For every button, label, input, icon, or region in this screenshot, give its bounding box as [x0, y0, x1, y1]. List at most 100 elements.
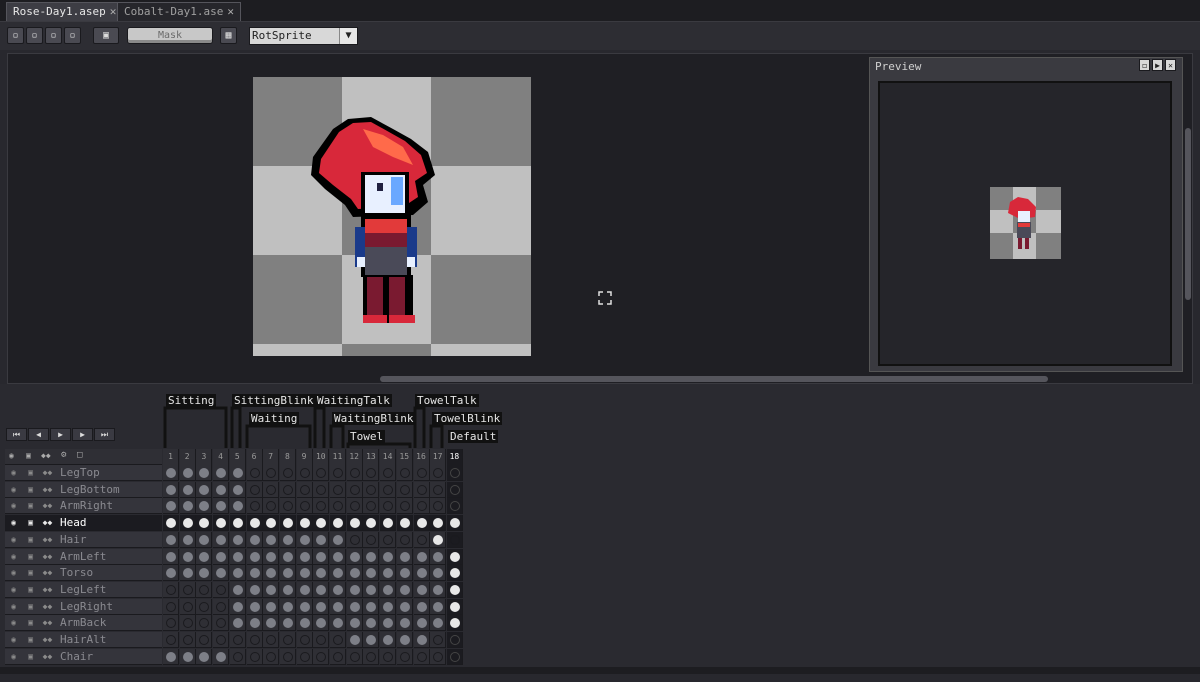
- cel[interactable]: [263, 648, 280, 665]
- cel[interactable]: [296, 548, 313, 565]
- cel[interactable]: [213, 531, 230, 548]
- continuous-icon[interactable]: ◆◆: [41, 451, 51, 460]
- cel[interactable]: [246, 615, 263, 632]
- cel[interactable]: [446, 581, 463, 598]
- cel[interactable]: [229, 481, 246, 498]
- cel[interactable]: [330, 498, 346, 515]
- cel[interactable]: [179, 581, 196, 598]
- frame-number[interactable]: 5: [229, 449, 246, 465]
- horizontal-scrollbar[interactable]: [380, 376, 1048, 382]
- layer-row[interactable]: ◉ ▣ ◆◆ LegRight: [5, 598, 162, 615]
- layer-row[interactable]: ◉ ▣ ◆◆ Head: [5, 515, 162, 532]
- cel[interactable]: [346, 632, 363, 648]
- layer-row[interactable]: ◉ ▣ ◆◆ ArmLeft: [5, 548, 162, 565]
- cel[interactable]: [430, 481, 447, 498]
- cel[interactable]: [196, 648, 213, 665]
- tag-towel-talk[interactable]: TowelTalk: [415, 394, 479, 407]
- cel[interactable]: [413, 515, 430, 532]
- cel[interactable]: [213, 548, 230, 565]
- cel[interactable]: [313, 481, 330, 498]
- cel[interactable]: [413, 565, 430, 582]
- cel[interactable]: [363, 615, 380, 632]
- cel[interactable]: [263, 548, 280, 565]
- cel[interactable]: [446, 515, 463, 532]
- cel[interactable]: [229, 565, 246, 582]
- cel[interactable]: [263, 515, 280, 532]
- cel[interactable]: [313, 615, 330, 632]
- eye-icon[interactable]: ◉: [7, 651, 20, 663]
- sprite-canvas[interactable]: [253, 77, 531, 356]
- cel[interactable]: [330, 548, 346, 565]
- cel[interactable]: [163, 548, 179, 565]
- cel[interactable]: [246, 465, 263, 481]
- eye-icon[interactable]: ◉: [7, 617, 20, 629]
- continuous-icon[interactable]: ◆◆: [41, 484, 54, 496]
- cel[interactable]: [163, 565, 179, 582]
- cel[interactable]: [396, 615, 413, 632]
- cel[interactable]: [296, 565, 313, 582]
- cel[interactable]: [179, 632, 196, 648]
- cel[interactable]: [263, 531, 280, 548]
- continuous-icon[interactable]: ◆◆: [41, 617, 54, 629]
- lock-icon[interactable]: ▣: [24, 467, 37, 479]
- cel[interactable]: [296, 498, 313, 515]
- continuous-icon[interactable]: ◆◆: [41, 551, 54, 563]
- cel[interactable]: [413, 531, 430, 548]
- add-selection-icon[interactable]: ▫: [26, 27, 43, 44]
- cel[interactable]: [246, 548, 263, 565]
- cel[interactable]: [229, 498, 246, 515]
- eye-icon[interactable]: ◉: [7, 584, 20, 596]
- cel[interactable]: [446, 498, 463, 515]
- cel[interactable]: [163, 648, 179, 665]
- cel[interactable]: [196, 498, 213, 515]
- lock-icon[interactable]: ▣: [24, 634, 37, 646]
- cel[interactable]: [213, 632, 230, 648]
- lock-icon[interactable]: ▣: [24, 500, 37, 512]
- continuous-icon[interactable]: ◆◆: [41, 500, 54, 512]
- continuous-icon[interactable]: ◆◆: [41, 634, 54, 646]
- cel[interactable]: [296, 598, 313, 615]
- frame-number[interactable]: 15: [396, 449, 413, 465]
- cel[interactable]: [430, 548, 447, 565]
- cel[interactable]: [163, 515, 179, 532]
- cel[interactable]: [246, 648, 263, 665]
- cel[interactable]: [229, 615, 246, 632]
- cel[interactable]: [313, 581, 330, 598]
- cel[interactable]: [346, 598, 363, 615]
- cel[interactable]: [263, 598, 280, 615]
- cel[interactable]: [279, 615, 296, 632]
- lock-icon[interactable]: ▣: [24, 484, 37, 496]
- cel[interactable]: [363, 498, 380, 515]
- cel[interactable]: [363, 648, 380, 665]
- cel[interactable]: [263, 565, 280, 582]
- cel[interactable]: [279, 581, 296, 598]
- eye-icon[interactable]: ◉: [7, 467, 20, 479]
- cel[interactable]: [213, 581, 230, 598]
- cel[interactable]: [196, 465, 213, 481]
- frame-number[interactable]: 9: [296, 449, 313, 465]
- tag-sitting-blink[interactable]: SittingBlink: [232, 394, 316, 407]
- cel[interactable]: [330, 531, 346, 548]
- cel[interactable]: [196, 515, 213, 532]
- cel[interactable]: [396, 531, 413, 548]
- layer-row[interactable]: ◉ ▣ ◆◆ ArmRight: [5, 498, 162, 515]
- last-frame-icon[interactable]: ⏭: [94, 428, 115, 441]
- cel[interactable]: [380, 481, 397, 498]
- cel[interactable]: [446, 648, 463, 665]
- close-icon[interactable]: ✕: [1165, 59, 1176, 71]
- cel[interactable]: [163, 615, 179, 632]
- cel[interactable]: [330, 515, 346, 532]
- transparent-color-icon[interactable]: ▣: [93, 27, 119, 44]
- cel[interactable]: [380, 531, 397, 548]
- previous-frame-icon[interactable]: ◀: [28, 428, 49, 441]
- tag-sitting[interactable]: Sitting: [166, 394, 217, 407]
- cel[interactable]: [263, 498, 280, 515]
- lock-icon[interactable]: ▣: [24, 517, 37, 529]
- cel[interactable]: [380, 615, 397, 632]
- cel[interactable]: [263, 465, 280, 481]
- cel[interactable]: [296, 531, 313, 548]
- cel[interactable]: [330, 581, 346, 598]
- frame-number[interactable]: 1: [163, 449, 179, 465]
- cel[interactable]: [363, 598, 380, 615]
- cel[interactable]: [346, 581, 363, 598]
